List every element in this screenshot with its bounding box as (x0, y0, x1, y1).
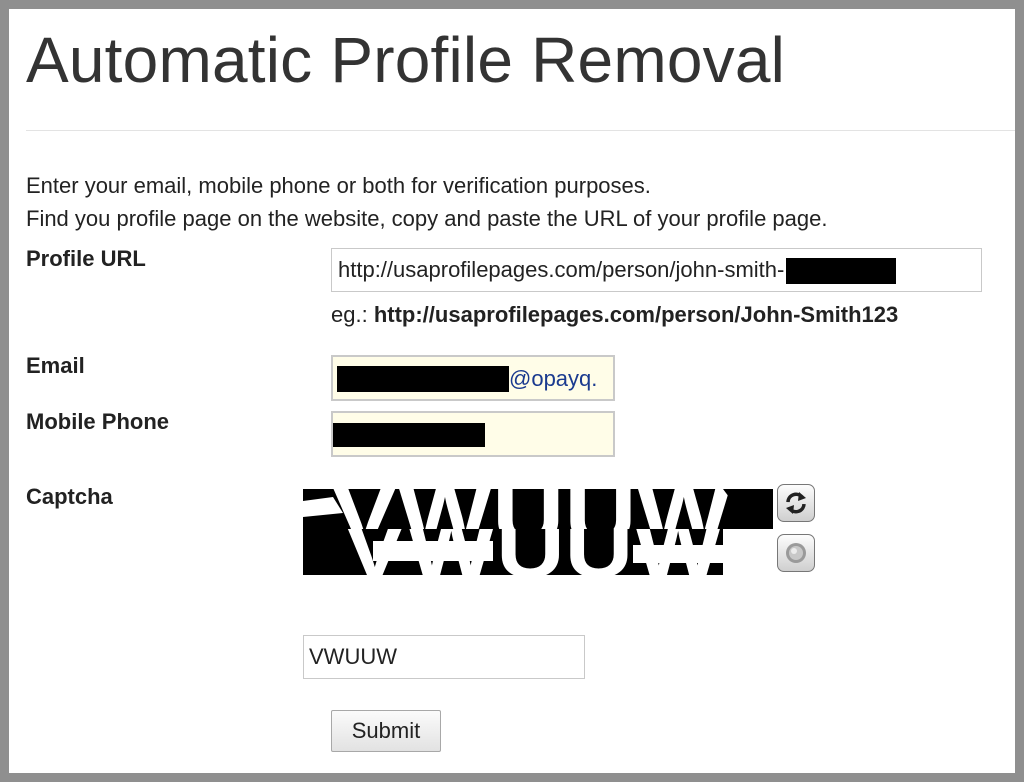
redaction-bar (786, 258, 897, 285)
intro-text-profile-url: Find you profile page on the website, co… (26, 206, 828, 231)
title-divider (26, 130, 1015, 131)
redaction-bar (337, 366, 509, 393)
email-domain-text: @opayq. (509, 366, 598, 392)
profile-url-input[interactable]: http://usaprofilepages.com/person/john-s… (331, 248, 982, 292)
page-container: Automatic Profile Removal Enter your ema… (9, 9, 1015, 773)
captcha-refresh-button[interactable] (777, 484, 815, 522)
mobile-phone-label: Mobile Phone (26, 409, 169, 434)
mobile-phone-input[interactable] (331, 411, 615, 457)
email-input[interactable]: @opayq. (331, 355, 615, 401)
captcha-input[interactable] (303, 635, 585, 679)
submit-button[interactable]: Submit (331, 710, 441, 752)
speaker-icon (786, 543, 806, 563)
profile-url-label: Profile URL (26, 246, 146, 271)
profile-url-value: http://usaprofilepages.com/person/john-s… (338, 257, 785, 282)
example-prefix: eg.: (331, 302, 368, 327)
refresh-icon (786, 492, 806, 514)
intro-text-verification: Enter your email, mobile phone or both f… (26, 173, 651, 198)
captcha-image: VWUUW VWUUW (303, 479, 773, 575)
email-label: Email (26, 353, 85, 378)
captcha-audio-button[interactable] (777, 534, 815, 572)
redaction-bar (333, 423, 485, 447)
captcha-label: Captcha (26, 484, 113, 509)
page-title: Automatic Profile Removal (26, 24, 786, 96)
example-url: http://usaprofilepages.com/person/John-S… (373, 302, 899, 327)
profile-url-example: eg.: http://usaprofilepages.com/person/J… (331, 302, 898, 328)
